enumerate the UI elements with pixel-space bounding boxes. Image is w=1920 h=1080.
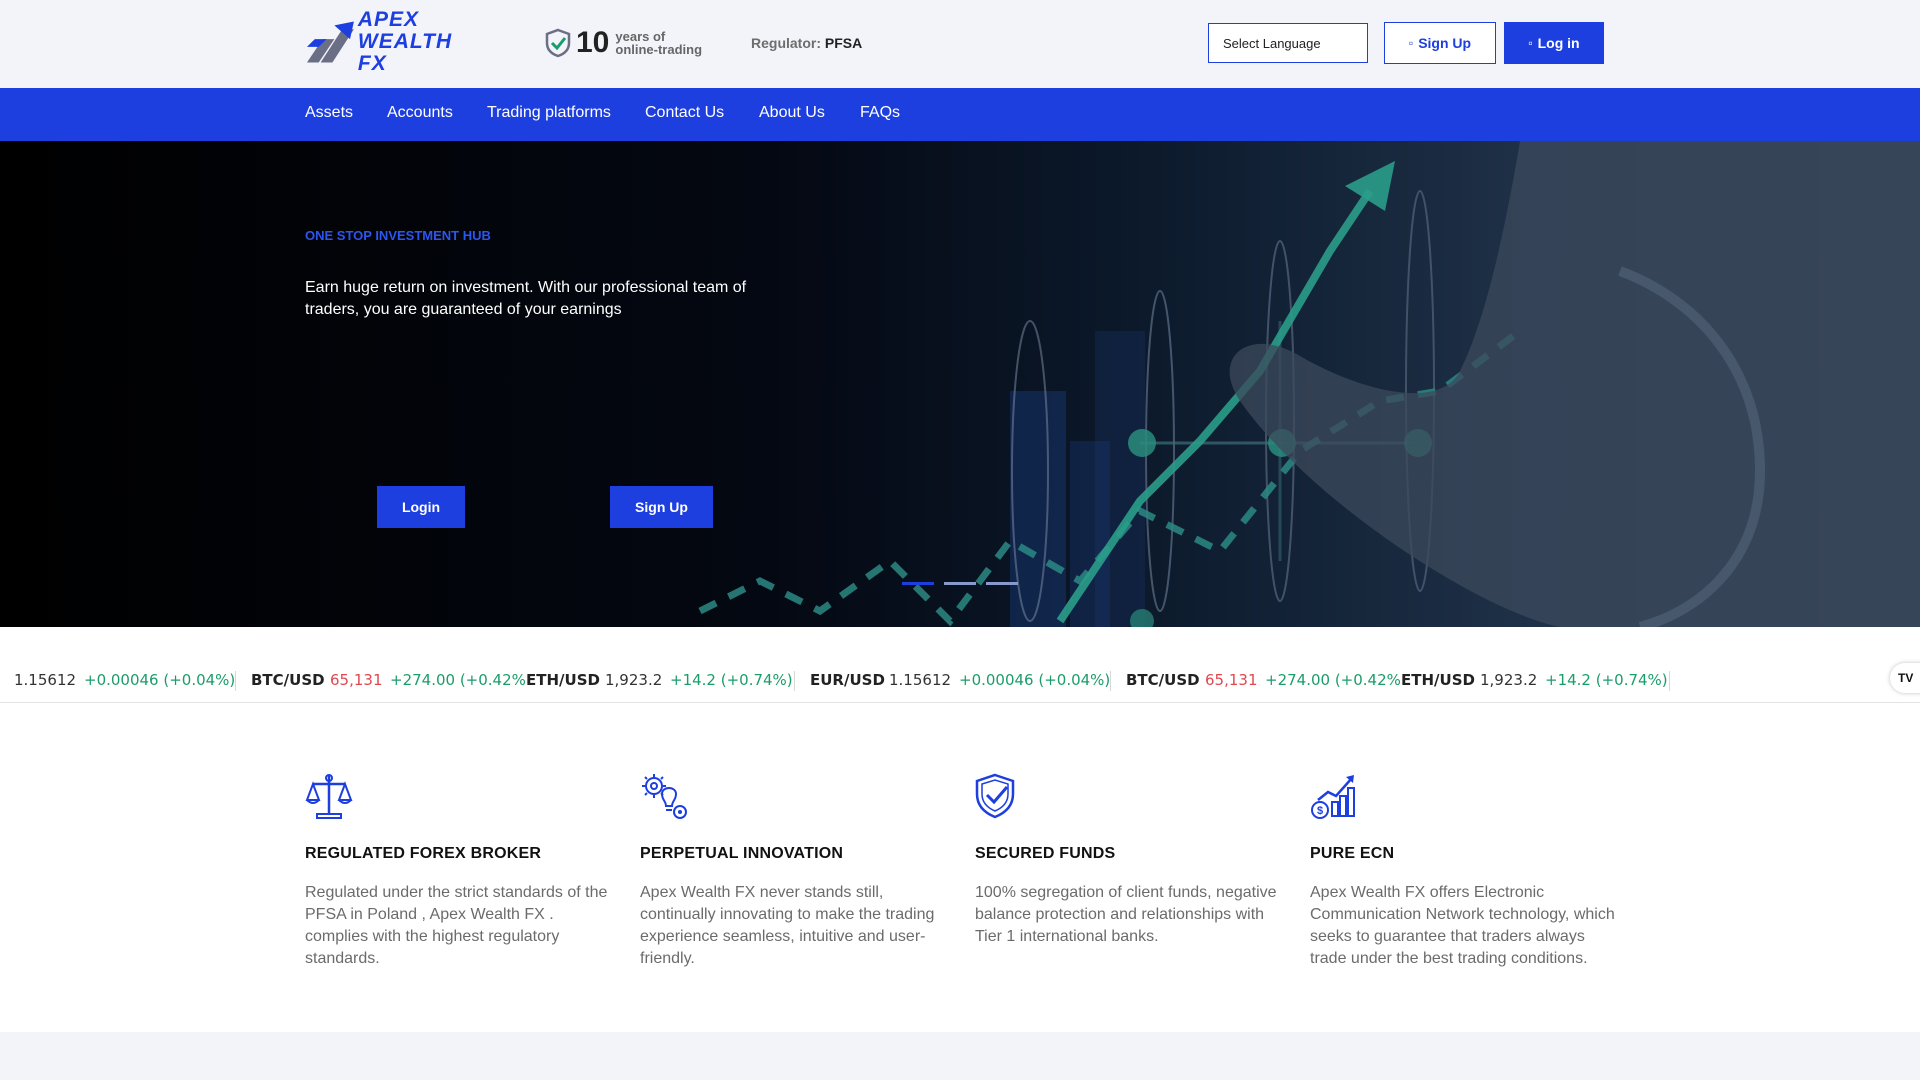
ticker-change: +0.00046 (+0.04%) <box>84 671 235 689</box>
years-label-line-2: online-trading <box>615 42 703 57</box>
ticker-separator <box>1669 671 1670 691</box>
regulator-value: PFSA <box>824 35 863 51</box>
hero-login-button[interactable]: Login <box>377 486 465 528</box>
sign-in-icon: ▫ <box>1528 36 1533 50</box>
ticker-price: 1.15612 <box>14 671 77 689</box>
nav-item-about-us[interactable]: About Us <box>759 104 825 122</box>
hero-description: Earn huge return on investment. With our… <box>305 279 747 318</box>
slider-dot-2[interactable] <box>944 582 976 585</box>
main-nav: Assets Accounts Trading platforms Contac… <box>0 88 1920 141</box>
feature-title: SECURED FUNDS <box>975 845 1116 862</box>
years-number: 10 <box>576 26 610 59</box>
ticker-change: +14.2 (+0.74%) <box>670 671 793 689</box>
ticker-item[interactable]: BTC/USD <box>1126 671 1200 689</box>
feature-pure-ecn: $ PURE ECN Apex Wealth FX offers Electro… <box>1310 772 1620 970</box>
next-section-band <box>0 1032 1920 1080</box>
ticker-change-value: +0.00046 (+0.04%) <box>84 671 236 689</box>
login-button-label: Log in <box>1537 35 1580 51</box>
ticker-price: 1,923.2 <box>1480 671 1538 689</box>
tradingview-badge-label: TV <box>1898 671 1914 685</box>
feature-perpetual-innovation: PERPETUAL INNOVATION Apex Wealth FX neve… <box>640 772 950 970</box>
feature-text: Regulated under the strict standards of … <box>305 884 608 967</box>
ticker-symbol: BTC/USD <box>1126 671 1200 689</box>
ticker-change-value: +274.00 (+0.42% <box>1265 671 1401 689</box>
user-plus-icon: ▫ <box>1408 36 1414 50</box>
ticker-change-value: +274.00 (+0.42% <box>390 671 526 689</box>
ticker-item[interactable]: 1.15612 <box>14 671 76 689</box>
scales-icon <box>305 774 353 819</box>
price-ticker: 1.15612 +0.00046 (+0.04%) BTC/USD 65,131… <box>0 627 1920 703</box>
ticker-change-value: +14.2 (+0.74%) <box>1545 671 1668 689</box>
shield-check-icon <box>545 28 571 58</box>
ticker-price-wrap: 1.15612 <box>889 671 951 689</box>
logo-text: Apex Wealth FX <box>358 9 485 75</box>
nav-item-trading-platforms[interactable]: Trading platforms <box>487 104 611 122</box>
years-badge: 10 years of online-trading <box>544 26 702 60</box>
ticker-price: 1,923.2 <box>605 671 663 689</box>
ticker-symbol: ETH/USD <box>1401 671 1475 689</box>
feature-title: PERPETUAL INNOVATION <box>640 845 844 862</box>
ticker-separator <box>1110 671 1111 691</box>
growth-chart-icon: $ <box>1311 775 1355 819</box>
ticker-item[interactable]: EUR/USD <box>810 671 885 689</box>
login-button[interactable]: ▫ Log in <box>1504 22 1604 64</box>
ticker-price: 65,131 <box>330 671 383 689</box>
ticker-change: +0.00046 (+0.04%) <box>959 671 1110 689</box>
ticker-price-wrap: 1,923.2 <box>605 671 662 689</box>
feature-title: PURE ECN <box>1310 845 1395 862</box>
ticker-change-value: +0.00046 (+0.04%) <box>959 671 1111 689</box>
hero-slider: ONE STOP INVESTMENT HUB Earn huge return… <box>0 141 1920 627</box>
signup-button-label: Sign Up <box>1418 35 1472 51</box>
language-select-value: Select Language <box>1223 35 1321 51</box>
regulator-info: Regulator: PFSA <box>751 35 862 51</box>
ticker-symbol: EUR/USD <box>810 671 885 689</box>
nav-item-assets[interactable]: Assets <box>305 104 353 122</box>
hero-signup-button[interactable]: Sign Up <box>610 486 713 528</box>
feature-title: REGULATED FOREX BROKER <box>305 845 542 862</box>
ticker-price: 65,131 <box>1205 671 1258 689</box>
regulator-label: Regulator: <box>751 35 821 51</box>
ticker-item[interactable]: BTC/USD <box>251 671 325 689</box>
ticker-separator <box>794 671 795 691</box>
hero-tagline: ONE STOP INVESTMENT HUB <box>305 228 491 243</box>
logo-mark-icon <box>306 21 354 63</box>
ticker-separator <box>235 671 236 691</box>
slider-dot-1[interactable] <box>902 582 934 585</box>
hero-chart-illustration <box>698 141 1920 627</box>
language-select[interactable]: Select Language <box>1208 23 1368 63</box>
logo-line-1: Apex <box>357 8 420 31</box>
ticker-price-wrap: 65,131 <box>1205 671 1258 689</box>
gear-bulb-icon <box>642 774 687 819</box>
ticker-price-wrap: 65,131 <box>330 671 383 689</box>
nav-item-contact-us[interactable]: Contact Us <box>645 104 724 122</box>
ticker-change: +274.00 (+0.42% <box>1265 671 1401 689</box>
ticker-symbol: BTC/USD <box>251 671 325 689</box>
top-header: Apex Wealth FX 10 years of online-tradin… <box>0 0 1920 88</box>
ticker-track: 1.15612 +0.00046 (+0.04%) BTC/USD 65,131… <box>0 671 1880 695</box>
tradingview-badge[interactable]: TV <box>1890 663 1920 693</box>
svg-text:$: $ <box>1317 805 1323 817</box>
ticker-price-wrap: 1,923.2 <box>1480 671 1537 689</box>
feature-secured-funds: SECURED FUNDS 100% segregation of client… <box>975 772 1285 948</box>
ticker-price: 1.15612 <box>889 671 952 689</box>
feature-text: Apex Wealth FX never stands still, conti… <box>640 884 935 967</box>
ticker-change: +274.00 (+0.42% <box>390 671 526 689</box>
years-label: years of online-trading <box>615 30 702 56</box>
nav-item-accounts[interactable]: Accounts <box>387 104 453 122</box>
ticker-item[interactable]: ETH/USD <box>1401 671 1475 689</box>
slider-dot-3[interactable] <box>986 582 1018 585</box>
ticker-item[interactable]: ETH/USD <box>526 671 600 689</box>
ticker-symbol: ETH/USD <box>526 671 600 689</box>
feature-text: Apex Wealth FX offers Electronic Communi… <box>1310 884 1615 967</box>
logo-line-2: Wealth FX <box>357 30 453 75</box>
nav-item-faqs[interactable]: FAQs <box>860 104 900 122</box>
signup-button[interactable]: ▫ Sign Up <box>1384 22 1496 64</box>
shield-check-icon <box>975 773 1015 819</box>
feature-regulated-broker: REGULATED FOREX BROKER Regulated under t… <box>305 772 615 970</box>
logo[interactable]: Apex Wealth FX <box>305 9 485 75</box>
feature-text: 100% segregation of client funds, negati… <box>975 884 1277 945</box>
ticker-change: +14.2 (+0.74%) <box>1545 671 1668 689</box>
ticker-change-value: +14.2 (+0.74%) <box>670 671 793 689</box>
